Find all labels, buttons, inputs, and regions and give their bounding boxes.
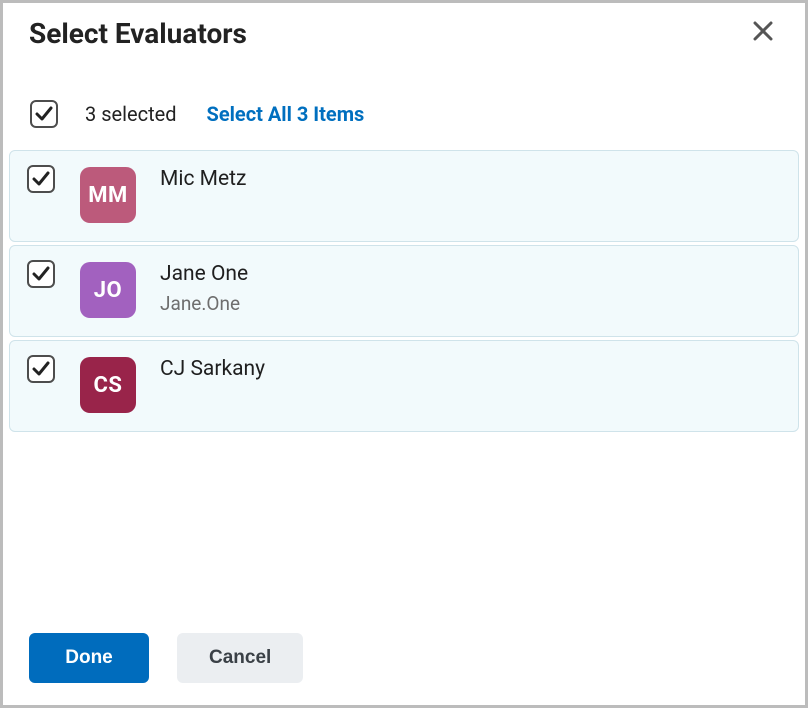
evaluator-row[interactable]: CS CJ Sarkany (9, 340, 799, 432)
row-checkbox[interactable] (27, 355, 55, 383)
close-button[interactable] (747, 15, 779, 47)
avatar: JO (80, 262, 136, 318)
cancel-button[interactable]: Cancel (177, 633, 303, 683)
avatar: CS (80, 357, 136, 413)
evaluator-subtext: Jane.One (160, 292, 248, 315)
evaluator-row[interactable]: MM Mic Metz (9, 150, 799, 242)
done-button[interactable]: Done (29, 633, 149, 683)
row-text: CJ Sarkany (160, 355, 265, 381)
evaluator-row[interactable]: JO Jane One Jane.One (9, 245, 799, 337)
avatar-initials: CS (94, 373, 123, 398)
selected-count-label: 3 selected (85, 102, 177, 126)
select-all-link[interactable]: Select All 3 Items (207, 102, 365, 126)
close-icon (753, 21, 773, 41)
dialog-header: Select Evaluators (3, 3, 805, 54)
row-text: Jane One Jane.One (160, 260, 248, 315)
avatar: MM (80, 167, 136, 223)
evaluator-name: Jane One (160, 262, 248, 286)
select-evaluators-dialog: Select Evaluators 3 selected Select All … (0, 0, 808, 708)
avatar-initials: JO (94, 278, 122, 303)
checkmark-icon (32, 265, 50, 283)
checkmark-icon (32, 170, 50, 188)
dialog-footer: Done Cancel (3, 633, 805, 705)
avatar-initials: MM (88, 183, 128, 208)
row-checkbox[interactable] (27, 165, 55, 193)
selection-bar: 3 selected Select All 3 Items (3, 54, 805, 150)
evaluator-name: CJ Sarkany (160, 357, 265, 381)
row-checkbox[interactable] (27, 260, 55, 288)
evaluator-name: Mic Metz (160, 167, 246, 191)
row-text: Mic Metz (160, 165, 246, 191)
select-all-checkbox[interactable] (30, 100, 58, 128)
checkmark-icon (35, 105, 53, 123)
checkmark-icon (32, 360, 50, 378)
evaluator-list: MM Mic Metz JO Jane One Jane.One (3, 150, 805, 435)
dialog-title: Select Evaluators (29, 15, 247, 50)
